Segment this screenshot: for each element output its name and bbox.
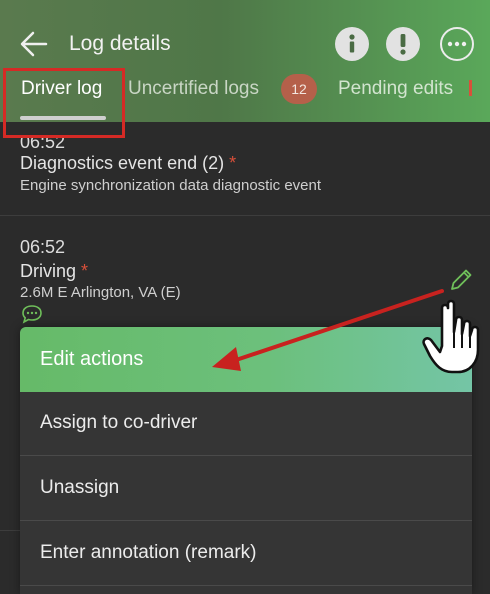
pending-edits-indicator — [469, 80, 472, 96]
info-button[interactable] — [335, 27, 369, 61]
alert-icon — [400, 34, 406, 55]
entry-subtitle: Engine synchronization data diagnostic e… — [20, 177, 322, 194]
uncertified-count-badge: 12 — [281, 74, 317, 104]
more-options-button[interactable] — [440, 27, 474, 61]
entry-asterisk: * — [229, 153, 237, 173]
edit-actions-menu: Edit actions Assign to co-driver Unassig… — [20, 327, 472, 594]
menu-header: Edit actions — [20, 327, 472, 392]
tab-pending-edits[interactable]: Pending edits — [338, 78, 453, 100]
info-icon — [349, 34, 355, 53]
entry-title: Driving * — [20, 261, 88, 282]
menu-item-assign-co-driver[interactable]: Assign to co-driver — [20, 392, 472, 456]
page-title: Log details — [69, 32, 171, 55]
menu-item-label: Enter annotation (remark) — [40, 542, 257, 563]
alert-button[interactable] — [386, 27, 420, 61]
menu-header-label: Edit actions — [40, 348, 144, 370]
back-button[interactable] — [18, 28, 50, 60]
tab-uncertified-logs[interactable]: Uncertified logs — [128, 78, 259, 100]
menu-item-enter-annotation[interactable]: Enter annotation (remark) — [20, 522, 472, 586]
list-divider-bottom — [0, 530, 20, 594]
edit-pencil-button[interactable] — [448, 267, 474, 293]
entry-title-text: Diagnostics event end (2) — [20, 153, 225, 173]
entry-subtitle: 2.6M E Arlington, VA (E) — [20, 284, 181, 301]
entry-time: 06:52 — [20, 237, 66, 257]
hand-cursor-icon — [418, 296, 484, 376]
log-entry[interactable]: 06:52 Driving * 2.6M E Arlington, VA (E) — [0, 216, 490, 330]
menu-item-unassign[interactable]: Unassign — [20, 457, 472, 521]
annotation-highlight-box — [3, 68, 125, 138]
menu-item-label: Assign to co-driver — [40, 412, 198, 433]
more-horizontal-icon — [447, 41, 467, 47]
arrow-left-icon — [20, 31, 48, 57]
comment-icon[interactable] — [20, 304, 44, 324]
entry-asterisk: * — [81, 261, 89, 281]
entry-title: Diagnostics event end (2) * — [20, 153, 236, 174]
top-bar: Log details — [0, 20, 490, 66]
pencil-icon — [451, 269, 472, 290]
menu-item-label: Unassign — [40, 477, 120, 498]
entry-title-text: Driving — [20, 261, 77, 281]
